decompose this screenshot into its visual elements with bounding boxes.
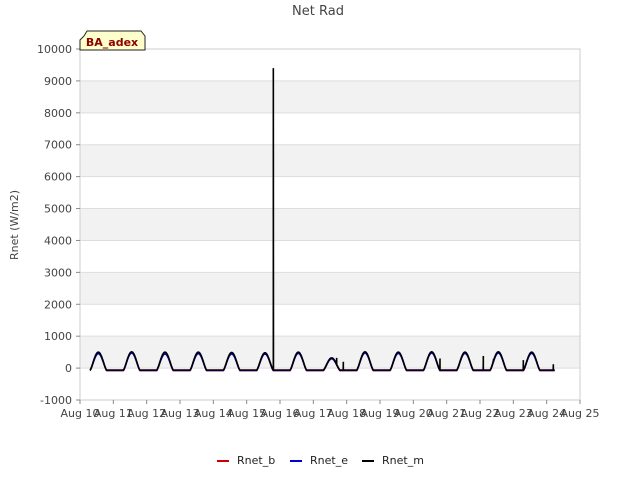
x-axis-ticks: Aug 10Aug 11Aug 12Aug 13Aug 14Aug 15Aug … [61, 400, 600, 420]
plot-band [80, 49, 580, 81]
plot-band [80, 144, 580, 177]
y-axis-ticks: -1000 0 1000 2000 3000 4000 5000 6000 7000 8000 90… [37, 43, 80, 407]
y-tick-label: -1000 [40, 394, 72, 407]
chart-title: Net Rad [292, 4, 344, 19]
site-label-box: BA_adex [79, 30, 146, 51]
legend-label: Rnet_m [382, 454, 424, 467]
plot-background [80, 49, 580, 400]
net-rad-chart: Net Rad -1000 0 1000 2000 3000 4000 5000 6000 70… [8, 4, 600, 467]
y-tick-label: 4000 [44, 234, 72, 247]
legend-label: Rnet_e [310, 454, 348, 467]
x-tick-label: Aug 25 [561, 407, 600, 420]
y-tick-label: 7000 [44, 139, 72, 152]
y-tick-label: 6000 [44, 171, 72, 184]
y-axis-label: Rnet (W/m2) [8, 190, 21, 260]
site-label: BA_adex [86, 36, 138, 49]
plot-band [80, 112, 580, 145]
plot-band [80, 272, 580, 305]
y-tick-label: 5000 [44, 203, 72, 216]
y-tick-label: 2000 [44, 298, 72, 311]
y-tick-label: 9000 [44, 75, 72, 88]
plot-band [80, 304, 580, 337]
plot-band [80, 368, 580, 400]
plot-band [80, 240, 580, 273]
legend-label: Rnet_b [237, 454, 275, 467]
y-tick-label: 3000 [44, 266, 72, 279]
y-tick-label: 10000 [37, 43, 72, 56]
plot-band [80, 80, 580, 113]
y-tick-label: 0 [65, 362, 72, 375]
plot-band [80, 336, 580, 369]
plot-band [80, 176, 580, 209]
legend: Rnet_b Rnet_e Rnet_m [217, 454, 424, 467]
plot-band [80, 208, 580, 241]
y-tick-label: 1000 [44, 330, 72, 343]
y-tick-label: 8000 [44, 107, 72, 120]
